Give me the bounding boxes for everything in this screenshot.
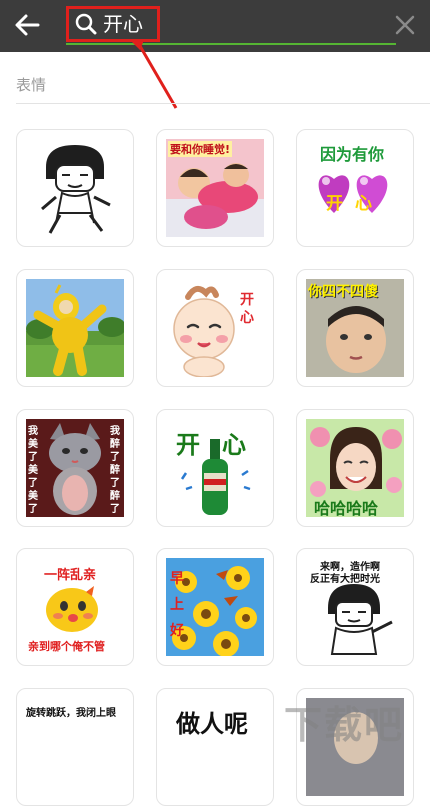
sticker-image: 哈哈哈哈 (306, 419, 404, 517)
sticker-image: 开心 (166, 279, 264, 377)
arrow-left-icon (15, 14, 40, 36)
section-title: 表情 (16, 76, 47, 94)
sticker-item[interactable]: 你四不四傻 (296, 269, 414, 387)
search-underline (66, 43, 396, 45)
sticker-item[interactable] (16, 269, 134, 387)
sticker-caption: 旋转跳跃，我闭上眼 (26, 708, 116, 719)
sticker-item[interactable]: 做人呢 (156, 688, 274, 806)
sticker-item[interactable]: 开心 (156, 409, 274, 527)
sticker-image: 旋转跳跃，我闭上眼 (26, 698, 124, 796)
search-icon (75, 13, 97, 35)
sticker-caption: 早上好 (170, 571, 184, 639)
sticker-caption: 哈哈哈哈 (314, 499, 379, 517)
sticker-caption-bottom: 亲到哪个俺不管 (28, 640, 105, 653)
search-query: 开心 (103, 12, 143, 36)
sticker-item[interactable]: 来啊，造作啊 反正有大把时光 (296, 548, 414, 666)
sticker-image (26, 139, 124, 237)
sticker-caption-bottom: 开心 (326, 194, 384, 214)
sticker-item[interactable]: 早上好 (156, 548, 274, 666)
sticker-item[interactable]: 一阵乱亲 亲到哪个俺不管 (16, 548, 134, 666)
sticker-item[interactable]: 要和你睡觉! (156, 129, 274, 247)
sticker-item[interactable]: 开心 (156, 269, 274, 387)
sticker-image: 我美了美了美了 我醉了醉了醉了 (26, 419, 124, 517)
sticker-image: 做人呢 (166, 698, 264, 796)
clear-button[interactable] (392, 12, 418, 38)
watermark-logo: 下载吧 (284, 703, 405, 747)
sticker-image: 你四不四傻 (306, 279, 404, 377)
sticker-caption: 你四不四傻 (308, 284, 378, 300)
section-divider (16, 103, 430, 104)
sticker-item[interactable]: 我美了美了美了 我醉了醉了醉了 (16, 409, 134, 527)
sticker-item[interactable]: 旋转跳跃，我闭上眼 (16, 688, 134, 806)
sticker-item[interactable] (16, 129, 134, 247)
top-bar: 开心 (0, 0, 430, 52)
sticker-caption: 做人呢 (176, 710, 248, 738)
sticker-item[interactable]: 因为有你 开心 (296, 129, 414, 247)
annotation-arrow-icon (132, 40, 178, 109)
sticker-image: 因为有你 开心 (306, 139, 404, 237)
sticker-caption: 开心 (240, 292, 254, 326)
sticker-image: 要和你睡觉! (166, 139, 264, 237)
sticker-caption-right: 我醉了醉了醉了 (110, 426, 120, 515)
sticker-image (26, 279, 124, 377)
back-button[interactable] (10, 8, 44, 42)
close-icon (395, 15, 415, 35)
sticker-image: 开心 (166, 419, 264, 517)
sticker-image: 来啊，造作啊 反正有大把时光 (306, 558, 404, 656)
sticker-image: 早上好 (166, 558, 264, 656)
search-input[interactable]: 开心 (66, 6, 160, 42)
sticker-caption-left: 我美了美了美了 (28, 426, 38, 515)
sticker-image: 一阵乱亲 亲到哪个俺不管 (26, 558, 124, 656)
sticker-item[interactable]: 哈哈哈哈 (296, 409, 414, 527)
